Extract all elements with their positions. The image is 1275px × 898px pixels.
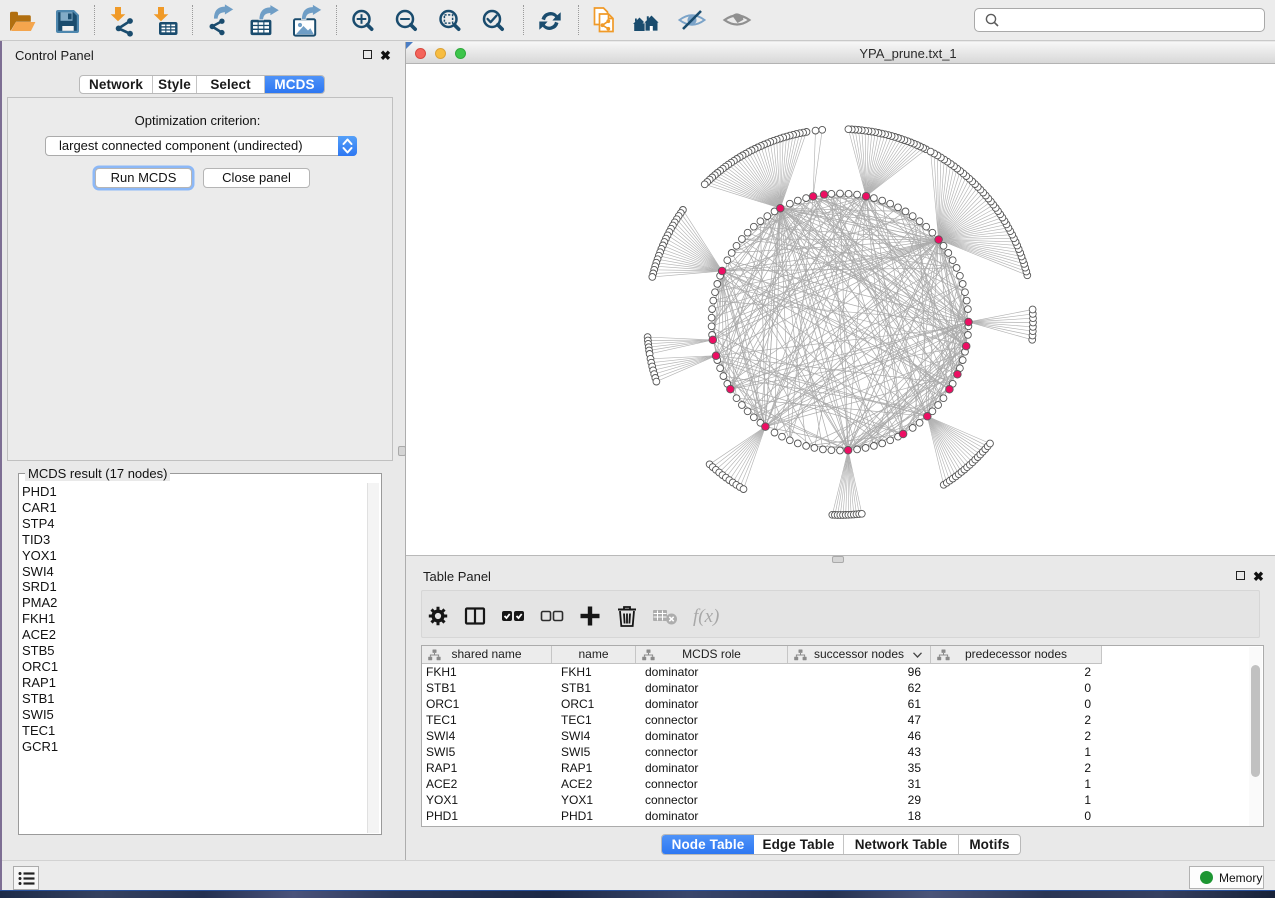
svg-text:f(x): f(x) bbox=[693, 606, 719, 627]
